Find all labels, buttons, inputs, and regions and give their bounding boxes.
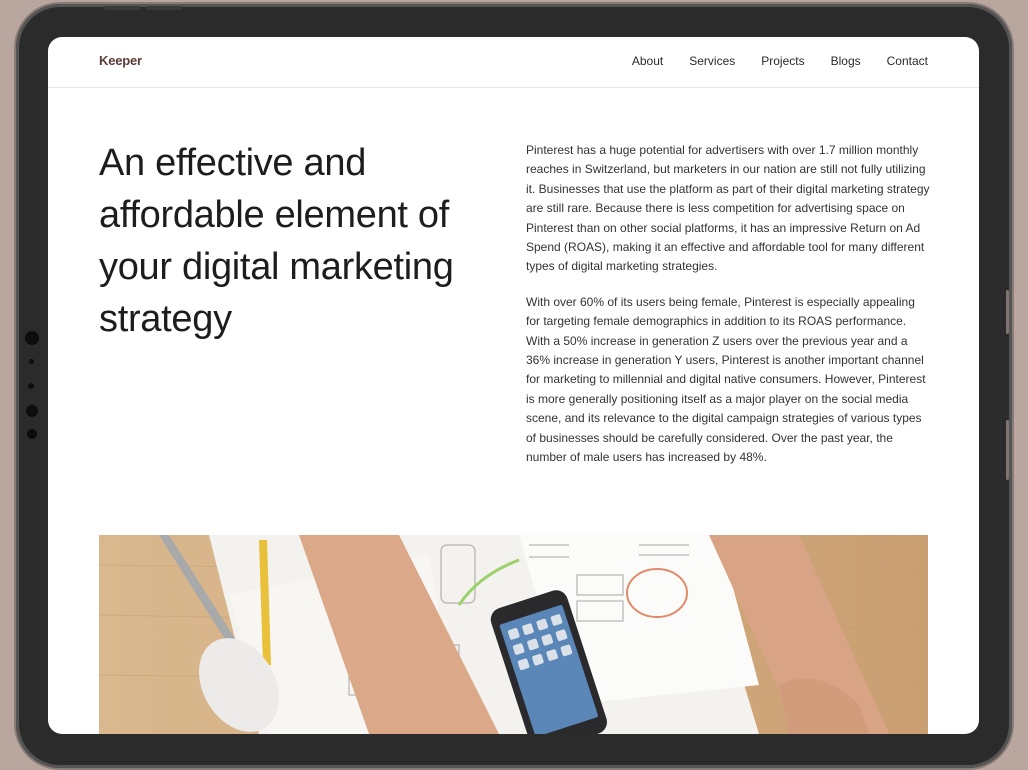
- volume-button: [104, 6, 140, 10]
- nav-link-projects[interactable]: Projects: [761, 54, 804, 68]
- side-button: [1006, 420, 1009, 480]
- nav-link-services[interactable]: Services: [689, 54, 735, 68]
- body-paragraph: With over 60% of its users being female,…: [526, 294, 926, 465]
- nav-link-about[interactable]: About: [632, 54, 663, 68]
- body-copy: Pinterest has a huge potential for adver…: [526, 141, 930, 484]
- nav-link-contact[interactable]: Contact: [887, 54, 928, 68]
- body-paragraph: Pinterest has a huge potential for adver…: [526, 143, 930, 274]
- sensor-icon: [29, 359, 34, 364]
- sensor-icon: [28, 383, 34, 389]
- workspace-illustration: [99, 535, 928, 734]
- web-page: Keeper About Services Projects Blogs Con…: [48, 37, 979, 734]
- volume-button: [146, 6, 182, 10]
- workspace-photo: [99, 535, 928, 734]
- hero-headline: An effective and affordable element of y…: [99, 142, 454, 340]
- top-navigation: Keeper About Services Projects Blogs Con…: [48, 37, 979, 88]
- side-button: [1006, 290, 1009, 334]
- camera-icon: [25, 331, 39, 345]
- nav-links: About Services Projects Blogs Contact: [606, 54, 928, 68]
- sensor-icon: [27, 429, 37, 439]
- brand-logo[interactable]: Keeper: [99, 53, 142, 68]
- nav-link-blogs[interactable]: Blogs: [831, 54, 861, 68]
- sensor-icon: [26, 405, 38, 417]
